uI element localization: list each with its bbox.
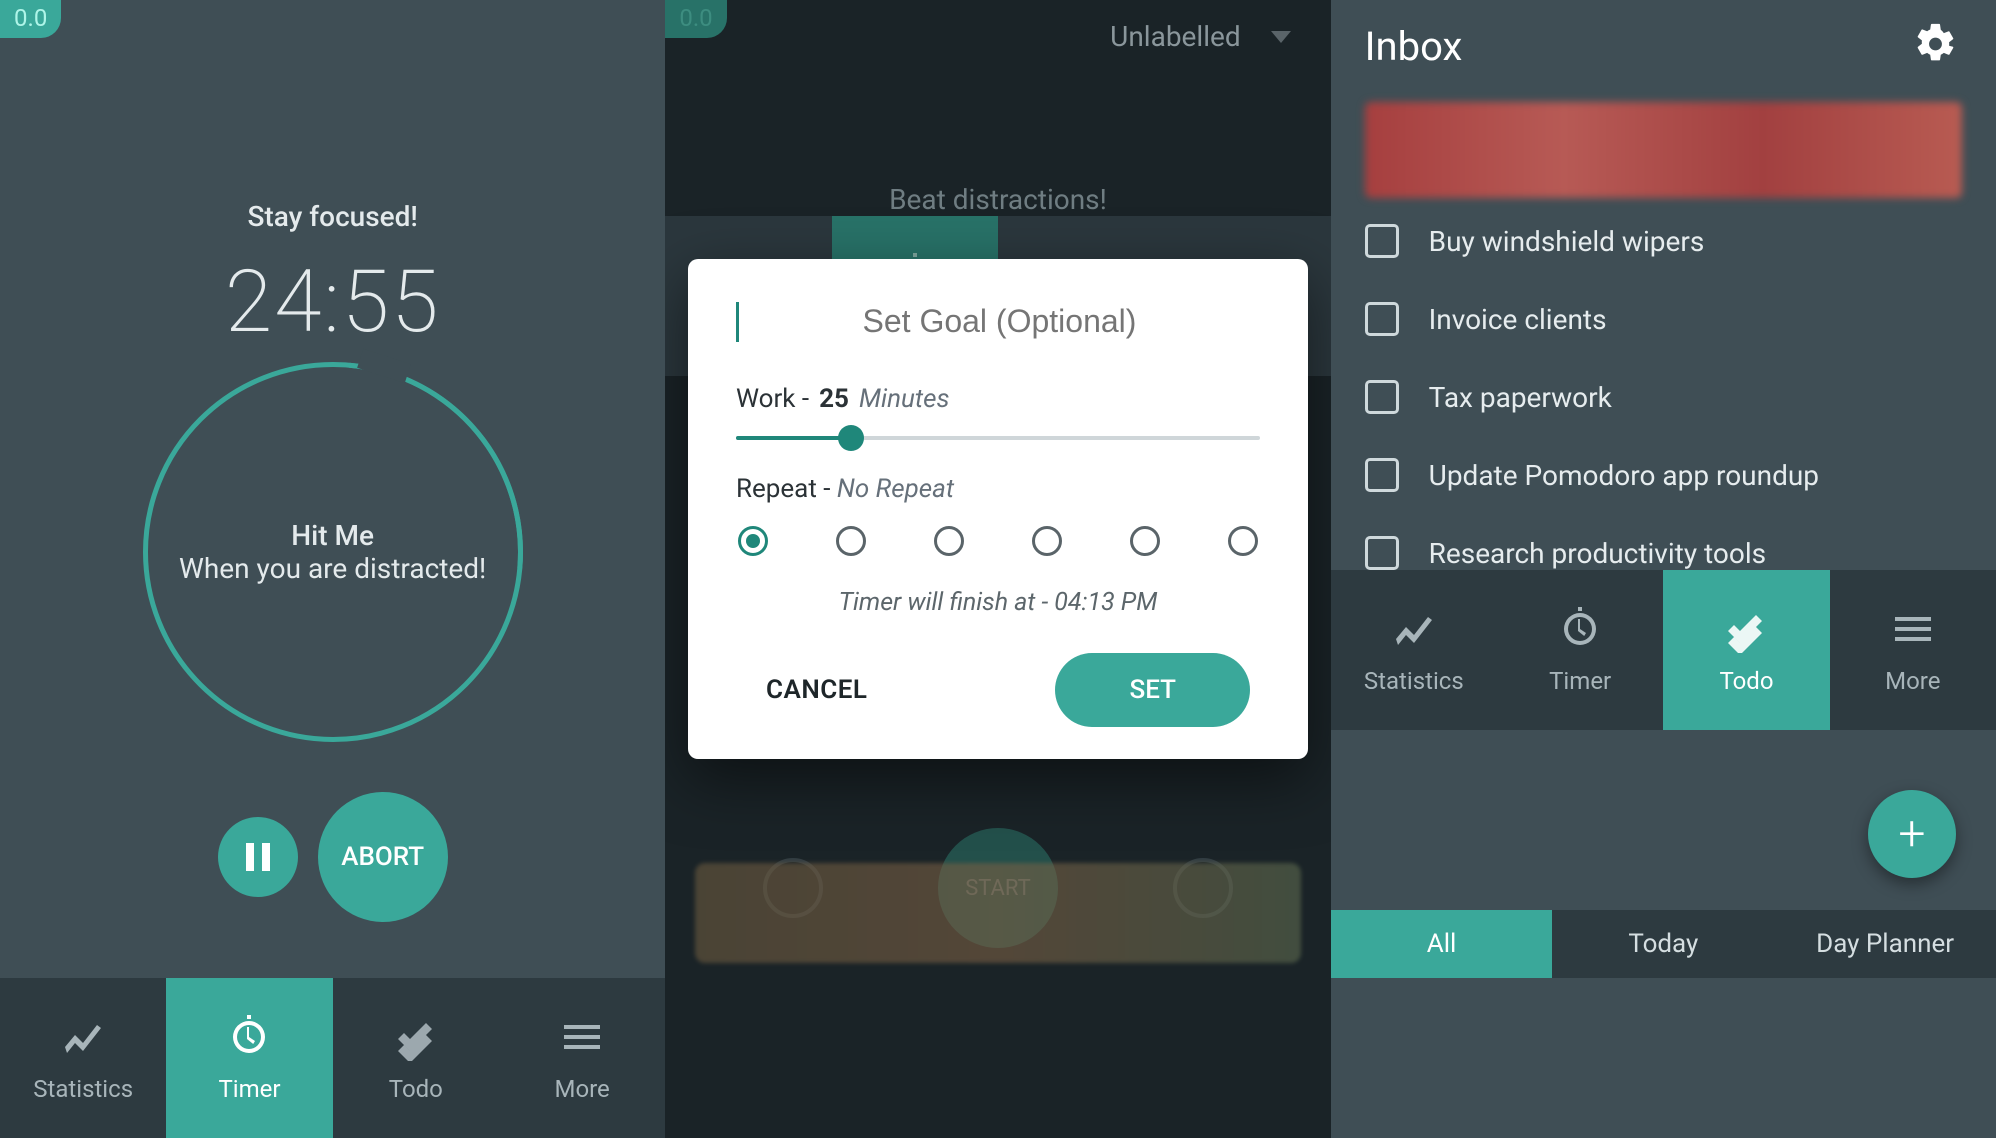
task-label: Research productivity tools bbox=[1429, 537, 1766, 570]
set-button[interactable]: SET bbox=[1055, 653, 1250, 727]
todo-icon bbox=[1722, 605, 1770, 657]
dialog-overlay: Work - 25 Minutes Repeat - No Repeat Tim… bbox=[665, 0, 1330, 1138]
stats-icon bbox=[1390, 605, 1438, 657]
pause-button[interactable] bbox=[218, 817, 298, 897]
filter-all[interactable]: All bbox=[1331, 910, 1553, 978]
task-row[interactable]: Update Pomodoro app roundup bbox=[1365, 458, 1962, 492]
repeat-radio-2[interactable] bbox=[934, 526, 964, 556]
task-label: Tax paperwork bbox=[1429, 381, 1612, 414]
filter-today[interactable]: Today bbox=[1552, 910, 1774, 978]
timer-buttons: ABORT bbox=[218, 792, 448, 922]
repeat-radio-1[interactable] bbox=[836, 526, 866, 556]
focus-headline: Stay focused! bbox=[247, 200, 417, 233]
task-checkbox[interactable] bbox=[1365, 380, 1399, 414]
distraction-circle[interactable]: Hit Me When you are distracted! bbox=[143, 362, 523, 742]
work-label: Work - 25 Minutes bbox=[736, 384, 1260, 414]
todo-screen: Inbox Buy windshield wipers Invoice clien… bbox=[1331, 0, 1996, 1138]
task-list: Buy windshield wipers Invoice clients Tax … bbox=[1331, 212, 1996, 570]
nav-timer[interactable]: Timer bbox=[1497, 570, 1663, 730]
task-checkbox[interactable] bbox=[1365, 302, 1399, 336]
timer-content: Stay focused! 24:55 Hit Me When you are … bbox=[0, 0, 665, 978]
nav-todo[interactable]: Todo bbox=[1663, 570, 1829, 730]
filter-day-planner[interactable]: Day Planner bbox=[1774, 910, 1996, 978]
task-row[interactable]: Research productivity tools bbox=[1365, 536, 1962, 570]
more-icon bbox=[1889, 605, 1937, 657]
finish-time-text: Timer will finish at - 04:13 PM bbox=[736, 588, 1260, 617]
repeat-radio-0[interactable] bbox=[738, 526, 768, 556]
inbox-header: Inbox bbox=[1331, 0, 1996, 88]
progress-ring bbox=[143, 362, 523, 742]
goal-dialog-screen: 0.0 Unlabelled Beat distractions! START … bbox=[665, 0, 1330, 1138]
gear-icon bbox=[1914, 22, 1958, 66]
stats-icon bbox=[59, 1013, 107, 1065]
work-duration-slider[interactable] bbox=[736, 436, 1260, 440]
repeat-radio-5[interactable] bbox=[1228, 526, 1258, 556]
set-goal-dialog: Work - 25 Minutes Repeat - No Repeat Tim… bbox=[688, 259, 1308, 759]
timer-clock: 24:55 bbox=[225, 251, 441, 352]
goal-input[interactable] bbox=[739, 297, 1260, 346]
redacted-banner bbox=[1365, 102, 1962, 198]
timer-screen: 0.0 Stay focused! 24:55 Hit Me When you … bbox=[0, 0, 665, 1138]
task-checkbox[interactable] bbox=[1365, 536, 1399, 570]
page-title: Inbox bbox=[1365, 23, 1463, 70]
version-badge: 0.0 bbox=[0, 0, 61, 38]
nav-todo[interactable]: Todo bbox=[333, 978, 499, 1138]
nav-more[interactable]: More bbox=[1830, 570, 1996, 730]
repeat-radio-3[interactable] bbox=[1032, 526, 1062, 556]
abort-button[interactable]: ABORT bbox=[318, 792, 448, 922]
more-icon bbox=[558, 1013, 606, 1065]
task-checkbox[interactable] bbox=[1365, 224, 1399, 258]
slider-thumb[interactable] bbox=[838, 425, 864, 451]
repeat-label: Repeat - No Repeat bbox=[736, 474, 1260, 504]
plus-icon: + bbox=[1898, 810, 1925, 858]
task-row[interactable]: Tax paperwork bbox=[1365, 380, 1962, 414]
task-row[interactable]: Invoice clients bbox=[1365, 302, 1962, 336]
cancel-button[interactable]: CANCEL bbox=[746, 663, 887, 717]
dialog-buttons: CANCEL SET bbox=[736, 653, 1260, 727]
pause-icon bbox=[246, 843, 270, 871]
bottom-nav: StatisticsTimerTodoMore bbox=[1331, 570, 1996, 730]
todo-icon bbox=[392, 1013, 440, 1065]
add-task-button[interactable]: + bbox=[1868, 790, 1956, 878]
bottom-nav: StatisticsTimerTodoMore bbox=[0, 978, 665, 1138]
nav-statistics[interactable]: Statistics bbox=[1331, 570, 1497, 730]
nav-more[interactable]: More bbox=[499, 978, 665, 1138]
task-label: Invoice clients bbox=[1429, 303, 1607, 336]
timer-icon bbox=[1556, 605, 1604, 657]
repeat-radio-4[interactable] bbox=[1130, 526, 1160, 556]
nav-statistics[interactable]: Statistics bbox=[0, 978, 166, 1138]
task-checkbox[interactable] bbox=[1365, 458, 1399, 492]
timer-icon bbox=[225, 1013, 273, 1065]
task-label: Buy windshield wipers bbox=[1429, 225, 1705, 258]
settings-button[interactable] bbox=[1914, 22, 1958, 70]
task-row[interactable]: Buy windshield wipers bbox=[1365, 224, 1962, 258]
task-label: Update Pomodoro app roundup bbox=[1429, 459, 1819, 492]
repeat-radios bbox=[736, 526, 1260, 556]
filter-tabs: AllTodayDay Planner bbox=[1331, 910, 1996, 978]
nav-timer[interactable]: Timer bbox=[166, 978, 332, 1138]
